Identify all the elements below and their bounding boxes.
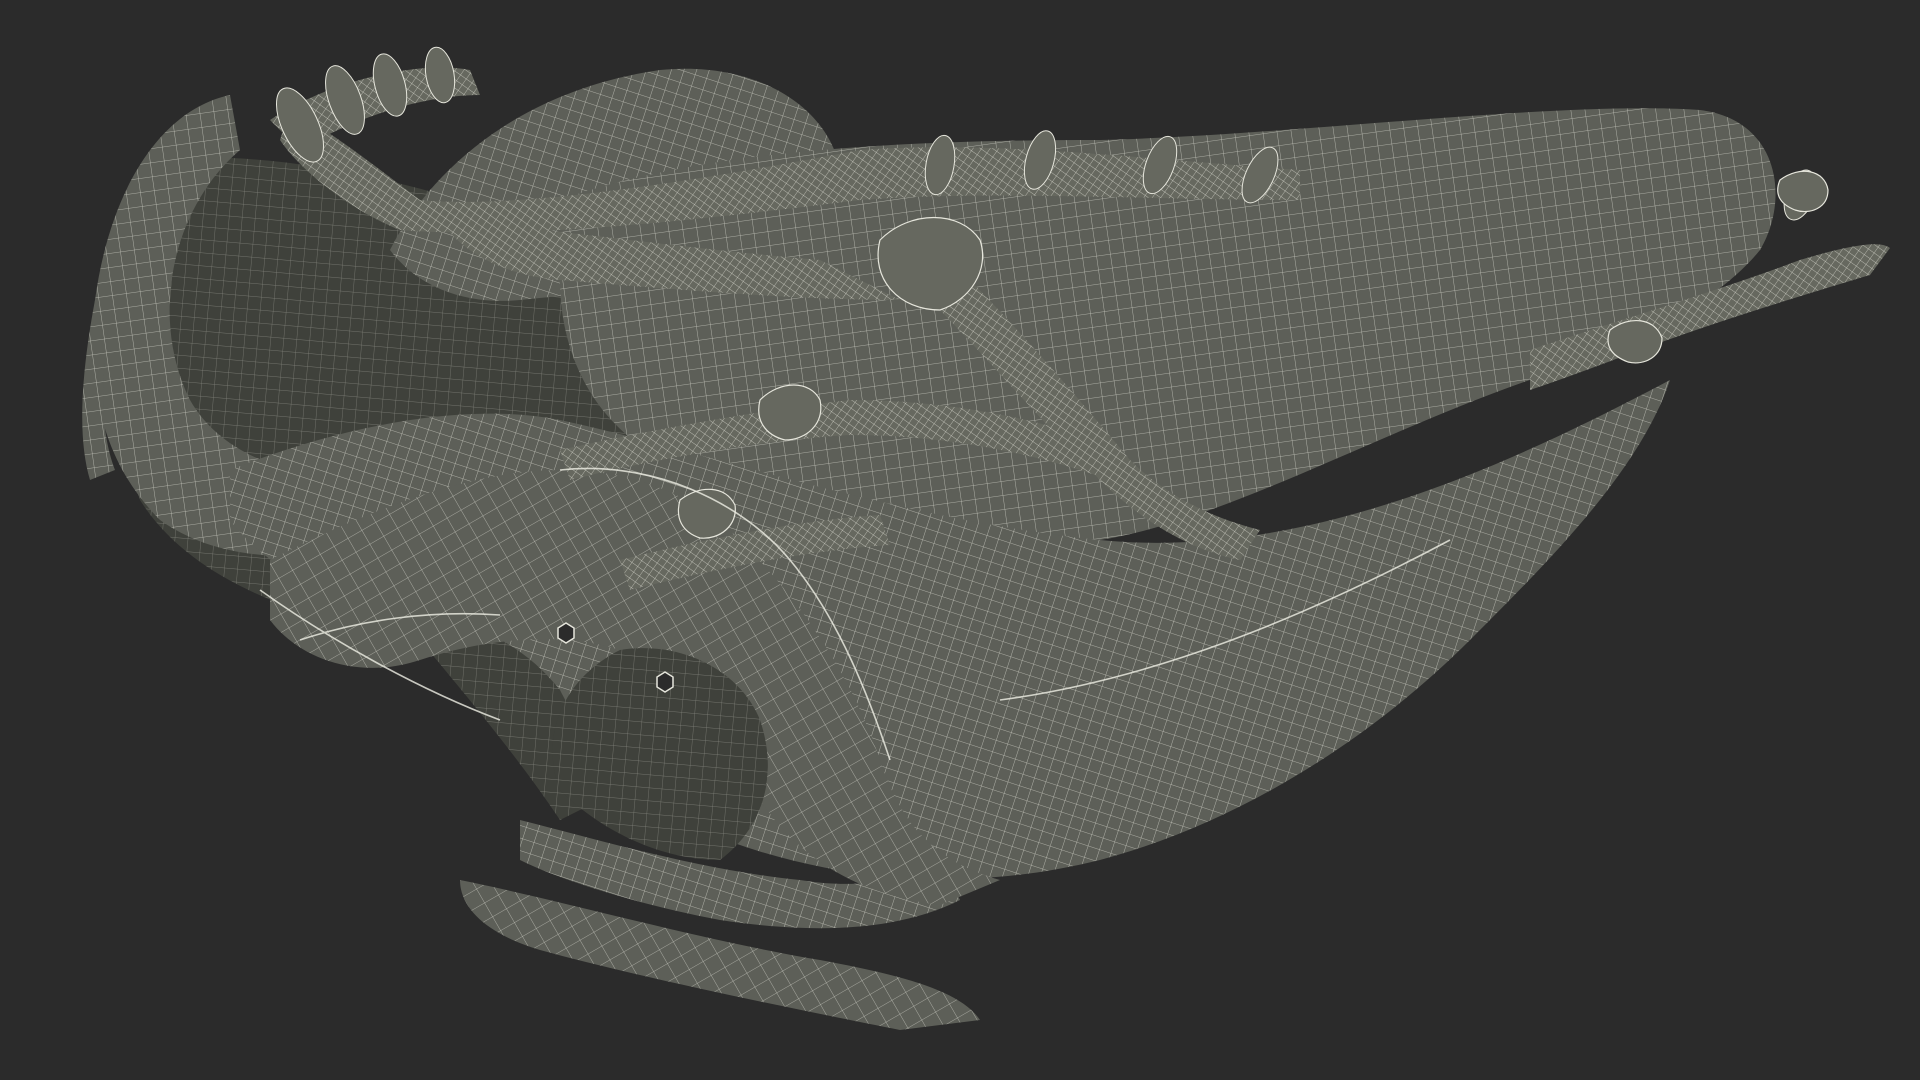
render-viewport — [0, 0, 1920, 1080]
glove-wireframe-render — [82, 46, 1890, 1030]
